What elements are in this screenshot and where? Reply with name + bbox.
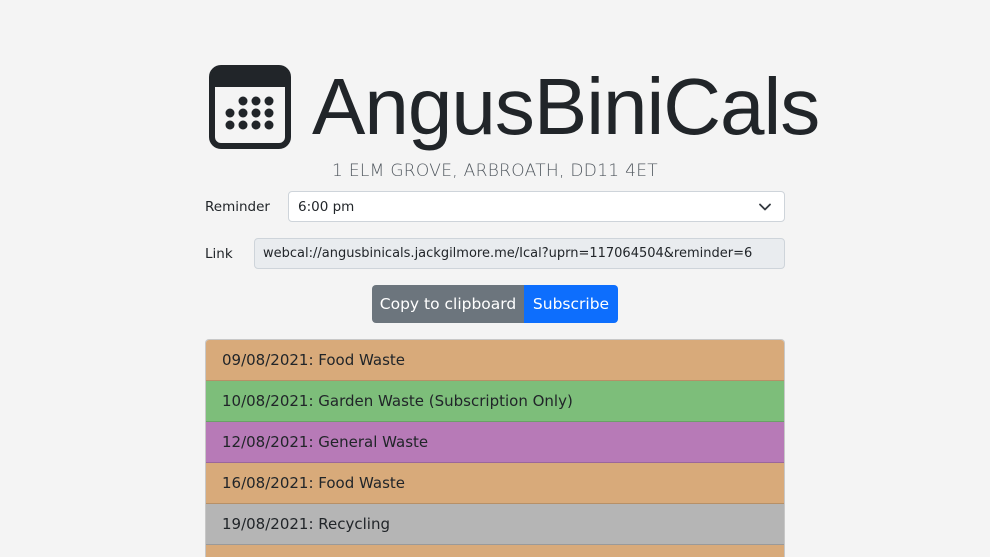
reminder-label: Reminder bbox=[205, 198, 270, 215]
collections-list: 09/08/2021: Food Waste 10/08/2021: Garden… bbox=[205, 339, 785, 557]
collection-list-item: 10/08/2021: Garden Waste (Subscription O… bbox=[206, 381, 784, 422]
copy-to-clipboard-button[interactable]: Copy to clipboard bbox=[372, 285, 524, 323]
reminder-select[interactable]: 6:00 pm bbox=[288, 191, 785, 222]
subscribe-button[interactable]: Subscribe bbox=[524, 285, 618, 323]
chevron-down-icon bbox=[759, 203, 771, 210]
collection-list-item: 12/08/2021: General Waste bbox=[206, 422, 784, 463]
collection-list-item: 19/08/2021: Recycling bbox=[206, 504, 784, 545]
collection-list-item bbox=[206, 545, 784, 557]
calendar-link-field[interactable]: webcal://angusbinicals.jackgilmore.me/Ic… bbox=[254, 238, 785, 269]
link-row: Link webcal://angusbinicals.jackgilmore.… bbox=[205, 238, 785, 269]
reminder-row: Reminder 6:00 pm bbox=[205, 191, 785, 222]
action-button-group: Copy to clipboard Subscribe bbox=[372, 285, 618, 323]
hero-header: AngusBiniCals bbox=[208, 62, 820, 152]
calendar-icon bbox=[209, 65, 291, 149]
page: AngusBiniCals 1 ELM GROVE, ARBROATH, DD1… bbox=[0, 0, 990, 557]
link-label: Link bbox=[205, 245, 233, 262]
reminder-select-value: 6:00 pm bbox=[298, 198, 355, 215]
collection-list-item: 09/08/2021: Food Waste bbox=[206, 340, 784, 381]
address-subtitle: 1 ELM GROVE, ARBROATH, DD11 4ET bbox=[332, 161, 658, 181]
brand-title: AngusBiniCals bbox=[312, 62, 820, 151]
collection-list-item: 16/08/2021: Food Waste bbox=[206, 463, 784, 504]
